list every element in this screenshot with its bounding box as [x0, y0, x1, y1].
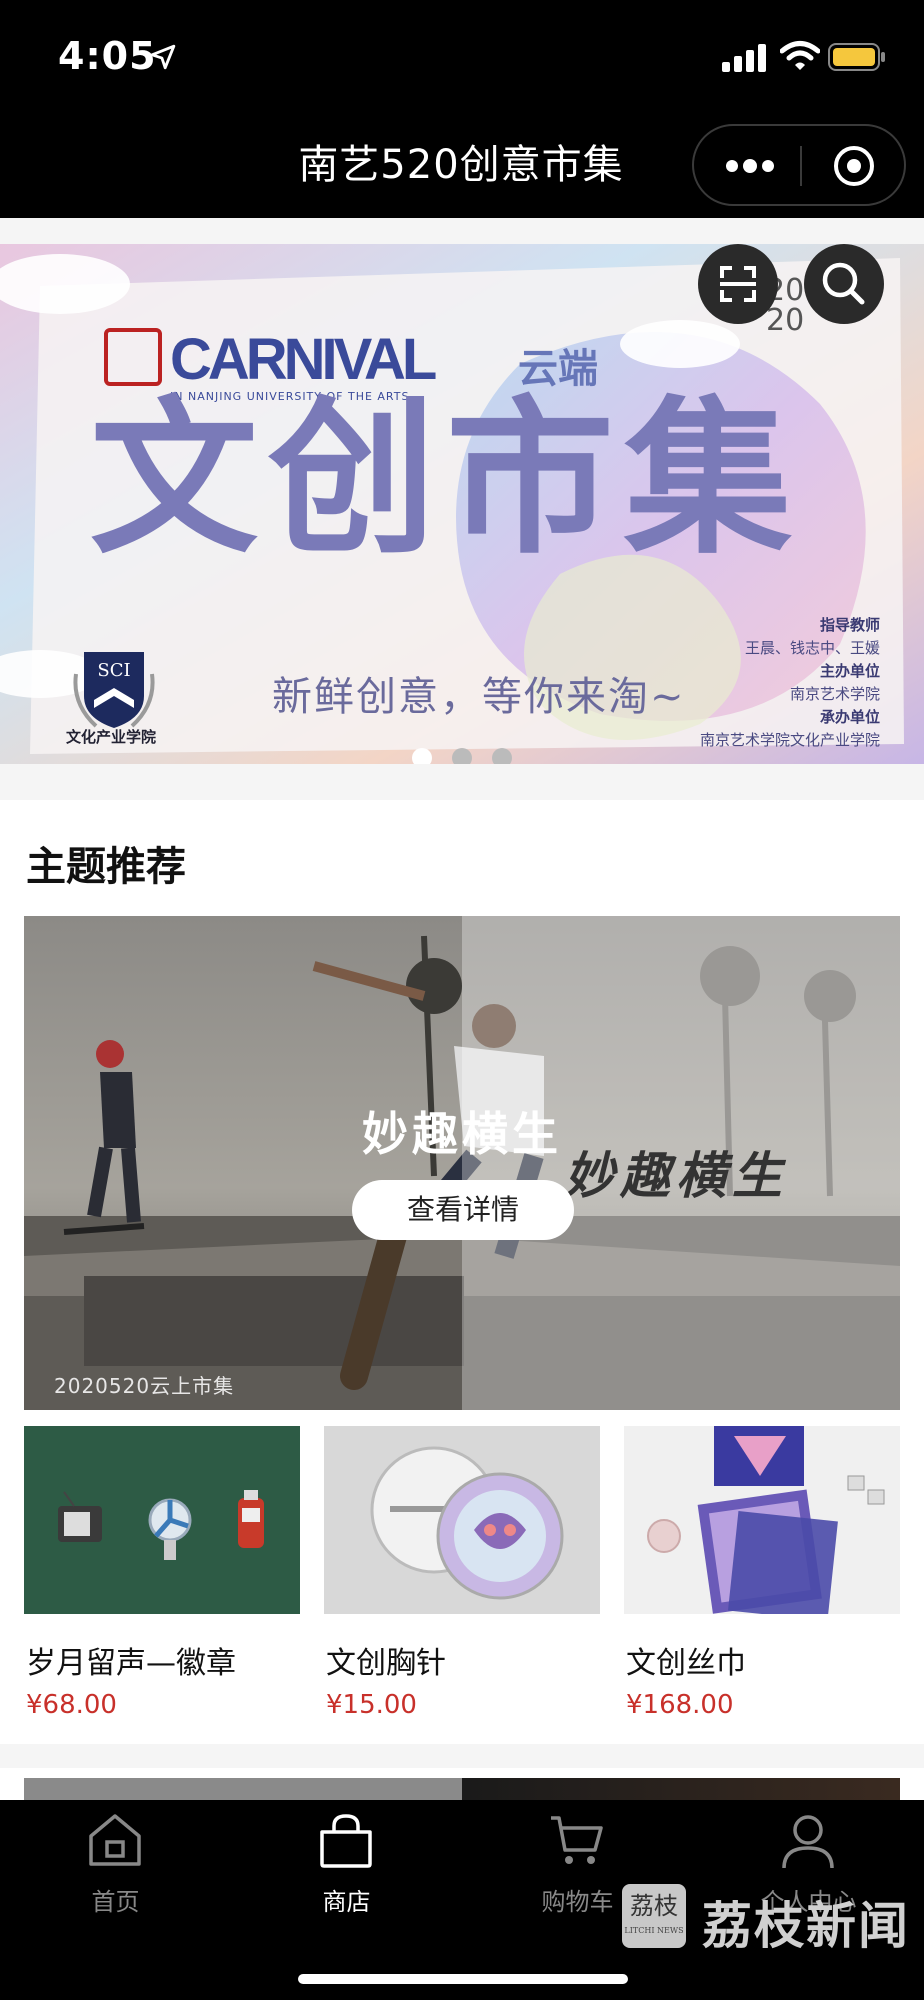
capsule-divider [800, 146, 802, 186]
location-arrow-icon [150, 44, 176, 70]
banner-credits: 指导教师 王晨、钱志中、王媛 主办单位 南京艺术学院 承办单位 南京艺术学院文化… [700, 614, 880, 752]
carousel-dot-2[interactable] [452, 748, 472, 764]
product-name: 文创胸针 [326, 1646, 446, 1681]
tab-home[interactable]: 首页 [0, 1800, 231, 1920]
badge-set-image [58, 1490, 264, 1560]
scan-button[interactable] [698, 244, 778, 324]
banner-carousel[interactable]: CARNIVAL IN NANJING UNIVERSITY OF THE AR… [0, 244, 924, 764]
close-mini-program-icon[interactable] [832, 144, 876, 188]
news-watermark: 荔枝 LITCHI NEWS 荔枝新闻 [622, 1884, 912, 1960]
tab-shop[interactable]: 商店 [231, 1800, 462, 1920]
credit-line: 南京艺术学院 [789, 685, 880, 703]
next-theme-section [0, 1768, 924, 1800]
product-price: ¥68.00 [26, 1690, 117, 1720]
mini-program-capsule [692, 124, 906, 206]
cart-icon [551, 1816, 603, 1864]
brooch-image [370, 1446, 564, 1600]
battery-icon [828, 43, 885, 71]
search-icon [822, 262, 865, 305]
status-bar: 4:05 [0, 0, 924, 110]
product-name: 岁月留声—徽章 [26, 1646, 236, 1681]
watermark-seal-sub: LITCHI NEWS [624, 1926, 684, 1935]
hero-title: 妙趣横生 [362, 1107, 562, 1161]
tab-label: 商店 [322, 1888, 371, 1916]
watermark-text: 荔枝新闻 [702, 1897, 910, 1955]
theme-hero-card[interactable]: 妙趣横生 妙趣横生 查看详情 2020520云上市集 [24, 916, 900, 1410]
home-indicator[interactable] [298, 1974, 628, 1984]
user-icon [782, 1815, 834, 1869]
banner-headline: 文创市集 [90, 379, 802, 577]
product-image-brooch [324, 1426, 600, 1614]
product-image-badges [24, 1426, 300, 1614]
product-list: 岁月留声—徽章 ¥68.00 文创胸针 ¥15.00 文创丝巾 ¥168.00 [24, 1426, 900, 1726]
more-dots-icon[interactable] [724, 153, 776, 179]
credit-line: 王晨、钱志中、王媛 [744, 639, 880, 657]
scan-icon [720, 266, 756, 302]
credit-line: 主办单位 [819, 662, 880, 680]
tab-label: 首页 [91, 1888, 140, 1916]
page-content: CARNIVAL IN NANJING UNIVERSITY OF THE AR… [0, 218, 924, 1800]
school-badge-text: SCI [97, 660, 130, 681]
product-price: ¥15.00 [326, 1690, 417, 1720]
carousel-dot-3[interactable] [492, 748, 512, 764]
product-card[interactable]: 文创丝巾 ¥168.00 [624, 1426, 900, 1726]
hero-caption: 2020520云上市集 [54, 1374, 235, 1398]
section-title: 主题推荐 [26, 844, 186, 890]
product-image-scarf [624, 1426, 900, 1614]
watermark-seal-text: 荔枝 [630, 1892, 678, 1920]
shopping-bag-icon [320, 1814, 372, 1868]
search-button[interactable] [804, 244, 884, 324]
theme-section: 主题推荐 妙趣横生 妙趣横生 查看详情 2020520云上市集 岁月留声—徽章 … [0, 800, 924, 1744]
product-name: 文创丝巾 [626, 1646, 746, 1681]
status-time: 4:05 [58, 34, 157, 78]
next-theme-card[interactable] [24, 1778, 900, 1800]
scarf-image [647, 1426, 885, 1614]
cellular-signal-icon [722, 44, 766, 72]
product-price: ¥168.00 [626, 1690, 734, 1720]
university-seal-logo [104, 328, 162, 386]
product-card[interactable]: 岁月留声—徽章 ¥68.00 [24, 1426, 300, 1726]
product-card[interactable]: 文创胸针 ¥15.00 [324, 1426, 600, 1726]
banner-slogan: 新鲜创意，等你来淘~ [272, 674, 686, 720]
school-name: 文化产业学院 [66, 728, 157, 746]
home-icon [89, 1814, 141, 1866]
school-badge-logo: SCI [73, 652, 155, 728]
credit-line: 南京艺术学院文化产业学院 [699, 731, 880, 749]
credit-line: 指导教师 [819, 616, 880, 634]
view-details-button[interactable]: 查看详情 [352, 1180, 574, 1240]
carousel-dot-1[interactable] [412, 748, 432, 764]
watermark-seal-logo: 荔枝 LITCHI NEWS [622, 1884, 686, 1948]
wifi-icon [780, 41, 820, 70]
nav-bar: 南艺520创意市集 [0, 110, 924, 218]
credit-line: 承办单位 [819, 708, 880, 726]
